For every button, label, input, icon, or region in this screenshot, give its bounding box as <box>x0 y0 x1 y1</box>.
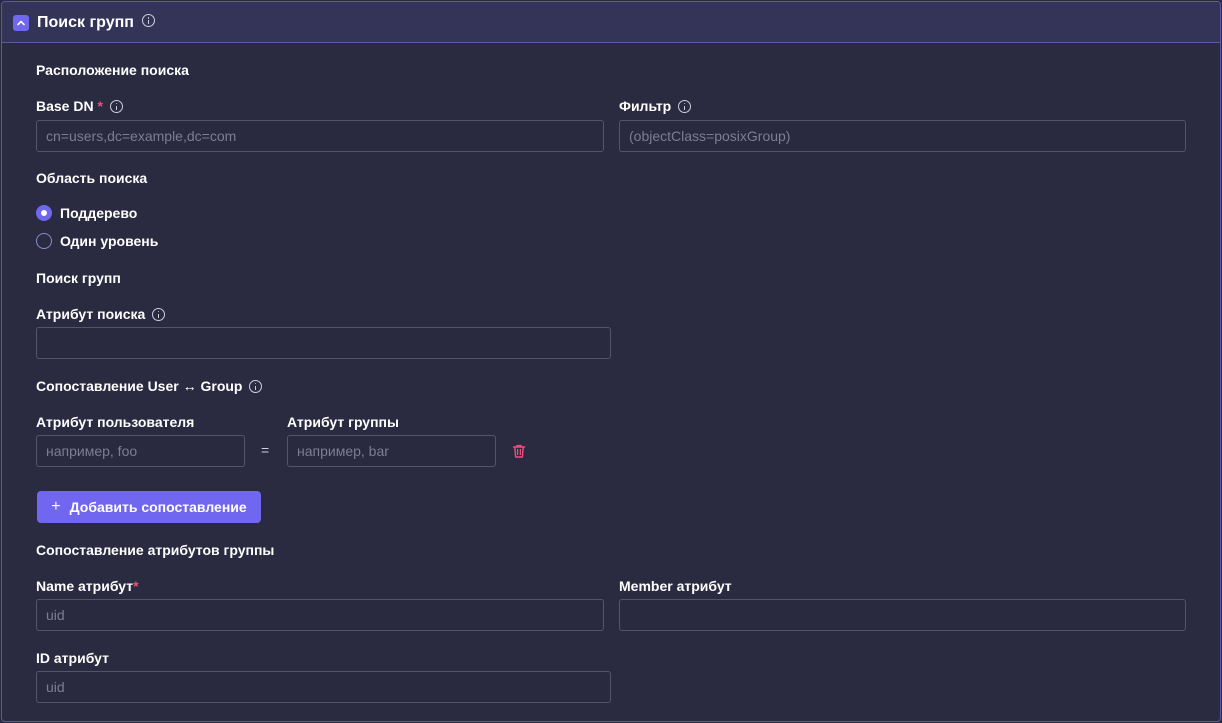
radio-button-checked[interactable] <box>36 205 52 221</box>
trash-icon <box>512 444 526 458</box>
info-icon[interactable] <box>678 99 692 113</box>
panel-header[interactable]: Поиск групп <box>2 2 1220 43</box>
mapping-title: Сопоставление User ↔ Group <box>36 377 263 395</box>
section-title-scope: Область поиска <box>36 170 148 186</box>
filter-input[interactable] <box>619 120 1186 152</box>
radio-label: Поддерево <box>60 205 138 221</box>
name-attribute-label: Name атрибут* <box>36 577 139 595</box>
id-attribute-label: ID атрибут <box>36 650 109 666</box>
mapping-title-text: Сопоставление User ↔ Group <box>36 378 243 394</box>
group-attribute-input[interactable] <box>287 435 496 467</box>
search-attribute-label-text: Атрибут поиска <box>36 306 146 322</box>
radio-label: Один уровень <box>60 233 159 249</box>
base-dn-label: Base DN * <box>36 97 123 115</box>
section-title-location: Расположение поиска <box>36 62 189 78</box>
section-title-group-search: Поиск групп <box>36 270 121 286</box>
member-attribute-label: Member атрибут <box>619 578 732 594</box>
group-attribute-label: Атрибут группы <box>287 414 399 430</box>
base-dn-input[interactable] <box>36 120 604 152</box>
search-attribute-input[interactable] <box>36 327 611 359</box>
name-attribute-label-text: Name атрибут <box>36 578 134 594</box>
collapse-button[interactable] <box>13 15 29 31</box>
name-attribute-input[interactable] <box>36 599 604 631</box>
user-attribute-input[interactable] <box>36 435 245 467</box>
group-search-panel: Поиск групп Расположение поиска Base DN … <box>1 1 1221 722</box>
panel-title-text: Поиск групп <box>37 14 134 31</box>
user-attribute-label: Атрибут пользователя <box>36 414 195 430</box>
plus-icon: + <box>51 498 61 515</box>
member-attribute-input[interactable] <box>619 599 1186 631</box>
panel-title: Поиск групп <box>37 13 156 33</box>
delete-mapping-button[interactable] <box>511 443 527 464</box>
equals-sign: = <box>261 442 270 458</box>
required-mark: * <box>97 98 103 114</box>
search-attribute-label: Атрибут поиска <box>36 305 166 323</box>
scope-option-subtree[interactable]: Поддерево <box>36 205 137 221</box>
info-icon[interactable] <box>249 379 263 393</box>
required-mark: * <box>133 578 139 594</box>
filter-label: Фильтр <box>619 97 692 115</box>
chevron-up-icon <box>17 20 25 26</box>
info-icon[interactable] <box>142 14 156 28</box>
radio-button[interactable] <box>36 233 52 249</box>
filter-label-text: Фильтр <box>619 98 672 114</box>
info-icon[interactable] <box>109 99 123 113</box>
id-attribute-input[interactable] <box>36 671 611 703</box>
section-title-group-attrs: Сопоставление атрибутов группы <box>36 542 275 558</box>
add-mapping-button[interactable]: + Добавить сопоставление <box>37 491 261 523</box>
base-dn-label-text: Base DN <box>36 98 94 114</box>
scope-option-one-level[interactable]: Один уровень <box>36 233 158 249</box>
info-icon[interactable] <box>152 307 166 321</box>
add-mapping-label: Добавить сопоставление <box>69 499 247 515</box>
